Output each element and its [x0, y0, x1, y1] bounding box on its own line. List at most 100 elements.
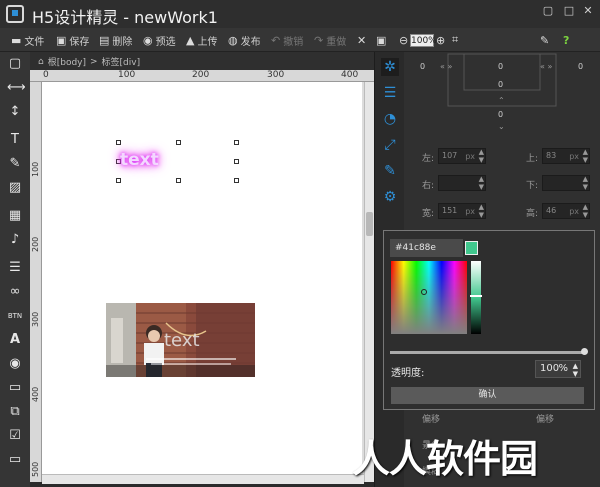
ruler-label: 300: [267, 70, 285, 80]
resize-handle[interactable]: [234, 159, 239, 164]
list-tool-icon[interactable]: ☰: [7, 260, 23, 276]
opacity-input[interactable]: 100 % ▲ ▼: [535, 360, 581, 378]
opacity-slider-knob[interactable]: [581, 348, 588, 355]
select-tool-icon[interactable]: ▢: [7, 56, 23, 72]
glowing-text-element[interactable]: text: [120, 150, 159, 170]
picker-button[interactable]: ✎: [540, 31, 549, 49]
arrows-icon[interactable]: « »: [540, 62, 552, 71]
horizontal-ruler: 0 100 200 300 400: [30, 70, 374, 82]
undo-label: 撤销: [283, 36, 304, 48]
layer-tool-icon[interactable]: ⧉: [7, 404, 23, 420]
button-tool-icon[interactable]: BTN: [7, 308, 23, 324]
zoom-out-button[interactable]: ⊖: [399, 31, 408, 49]
bottom-input[interactable]: ▲ ▼: [542, 175, 590, 191]
maximize-icon[interactable]: □: [561, 4, 577, 18]
checkbox-tool-icon[interactable]: ☑: [7, 428, 23, 444]
dropdown-tool-icon[interactable]: ▭: [7, 452, 23, 468]
picker-cursor[interactable]: [421, 289, 427, 295]
gear-tab-icon[interactable]: ⚙: [381, 188, 399, 206]
ruler-label: 100: [118, 70, 136, 80]
box-model-right[interactable]: 0: [578, 62, 583, 71]
box-model-bottom[interactable]: 0: [498, 110, 503, 119]
breadcrumb-root[interactable]: 根[body]: [48, 55, 86, 68]
canvas-page[interactable]: [42, 82, 362, 482]
stepper-icon: ▲ ▼: [572, 362, 578, 378]
lightness-slider[interactable]: [471, 261, 481, 334]
right-label: 右:: [422, 181, 435, 191]
zoom-in-button[interactable]: ⊕: [436, 31, 445, 49]
resize-handle[interactable]: [116, 140, 121, 145]
minimize-icon[interactable]: ▢: [540, 4, 556, 18]
resize-handle[interactable]: [234, 140, 239, 145]
save-button[interactable]: ▣ 保存: [56, 31, 89, 49]
settings-tab-icon[interactable]: ✲: [381, 58, 399, 76]
edit-tool-icon[interactable]: ✎: [7, 156, 23, 172]
upload-button[interactable]: ▲ 上传: [186, 31, 217, 49]
close-icon[interactable]: ✕: [580, 4, 596, 18]
ruler-label: 400: [31, 386, 40, 402]
close-doc-button[interactable]: ✕: [357, 31, 366, 49]
transform-tab-icon[interactable]: ⤢: [381, 136, 399, 154]
scroll-thumb[interactable]: [366, 212, 373, 236]
resize-handle[interactable]: [116, 178, 121, 183]
layout-button[interactable]: ▣: [376, 31, 386, 49]
top-label: 上:: [526, 154, 539, 164]
edit-tab-icon[interactable]: ✎: [381, 162, 399, 180]
undo-button[interactable]: ↶ 撤销: [271, 31, 303, 49]
animation-tab-icon[interactable]: ◔: [381, 110, 399, 128]
left-input[interactable]: 107 px ▲ ▼: [438, 148, 486, 164]
video-tool-icon[interactable]: ▦: [7, 208, 23, 224]
vertical-ruler: 100 200 300 400 500: [30, 82, 42, 482]
redo-button[interactable]: ↷ 重做: [314, 31, 346, 49]
file-button[interactable]: ▬ 文件: [11, 31, 44, 49]
font-tool-icon[interactable]: A: [7, 332, 23, 348]
audio-tool-icon[interactable]: ♪: [7, 232, 23, 248]
height-input[interactable]: 46 px ▲ ▼: [542, 203, 590, 219]
delete-icon: ▤: [99, 33, 110, 47]
text-tool-icon[interactable]: T: [7, 132, 23, 148]
h-resize-tool-icon[interactable]: ⟷: [7, 80, 26, 96]
canvas-vertical-scrollbar[interactable]: [364, 82, 374, 482]
down-arrow-icon[interactable]: ⌄: [498, 122, 505, 131]
preview-button[interactable]: ◉ 预选: [143, 31, 176, 49]
opacity-label: 透明度:: [391, 368, 425, 379]
delete-button[interactable]: ▤ 删除: [99, 31, 132, 49]
resize-handle[interactable]: [176, 178, 181, 183]
right-input[interactable]: ▲ ▼: [438, 175, 486, 191]
resize-handle[interactable]: [176, 140, 181, 145]
resize-handle[interactable]: [234, 178, 239, 183]
left-toolbox: ▢ ⟷ ↕ T ✎ ▨ ▦ ♪ ☰ ∞ BTN A ◉ ▭ ⧉ ☑ ▭: [0, 52, 30, 487]
box-model-left[interactable]: 0: [420, 62, 425, 71]
image-tool-icon[interactable]: ▨: [7, 180, 23, 196]
up-arrow-icon[interactable]: ⌃: [498, 96, 505, 105]
title-bar: H5设计精灵 - newWork1 ▢ □ ✕: [0, 0, 600, 28]
home-icon: ⌂: [38, 56, 44, 67]
link-tool-icon[interactable]: ∞: [7, 284, 23, 300]
width-input[interactable]: 151 px ▲ ▼: [438, 203, 486, 219]
lightness-marker[interactable]: [470, 295, 482, 297]
image-caption-text[interactable]: text: [164, 330, 200, 351]
eye-icon: ◉: [143, 33, 153, 47]
fit-button[interactable]: ⌗: [452, 31, 458, 49]
v-resize-tool-icon[interactable]: ↕: [7, 104, 23, 120]
list-tab-icon[interactable]: ☰: [381, 84, 399, 102]
redo-label: 重做: [326, 36, 347, 48]
ruler-label: 200: [192, 70, 210, 80]
confirm-button[interactable]: 确认: [391, 387, 584, 404]
box-model-inner[interactable]: 0: [498, 80, 503, 89]
arrows-icon[interactable]: « »: [440, 62, 452, 71]
zoom-input[interactable]: 100%: [410, 34, 437, 47]
upload-icon: ▲: [186, 33, 195, 47]
top-input[interactable]: 83 px ▲ ▼: [542, 148, 590, 164]
hex-color-input[interactable]: #41c88e: [390, 239, 463, 257]
input-tool-icon[interactable]: ▭: [7, 380, 23, 396]
canvas-horizontal-scrollbar[interactable]: [42, 474, 364, 484]
left-label: 左:: [422, 154, 435, 164]
radio-tool-icon[interactable]: ◉: [7, 356, 23, 372]
publish-button[interactable]: ◍ 发布: [228, 31, 261, 49]
help-button[interactable]: ?: [563, 31, 569, 49]
box-model-center[interactable]: 0: [498, 62, 503, 71]
breadcrumb-current[interactable]: 标签[div]: [102, 55, 141, 68]
opacity-slider[interactable]: [390, 351, 586, 354]
hue-saturation-field[interactable]: [391, 261, 467, 334]
